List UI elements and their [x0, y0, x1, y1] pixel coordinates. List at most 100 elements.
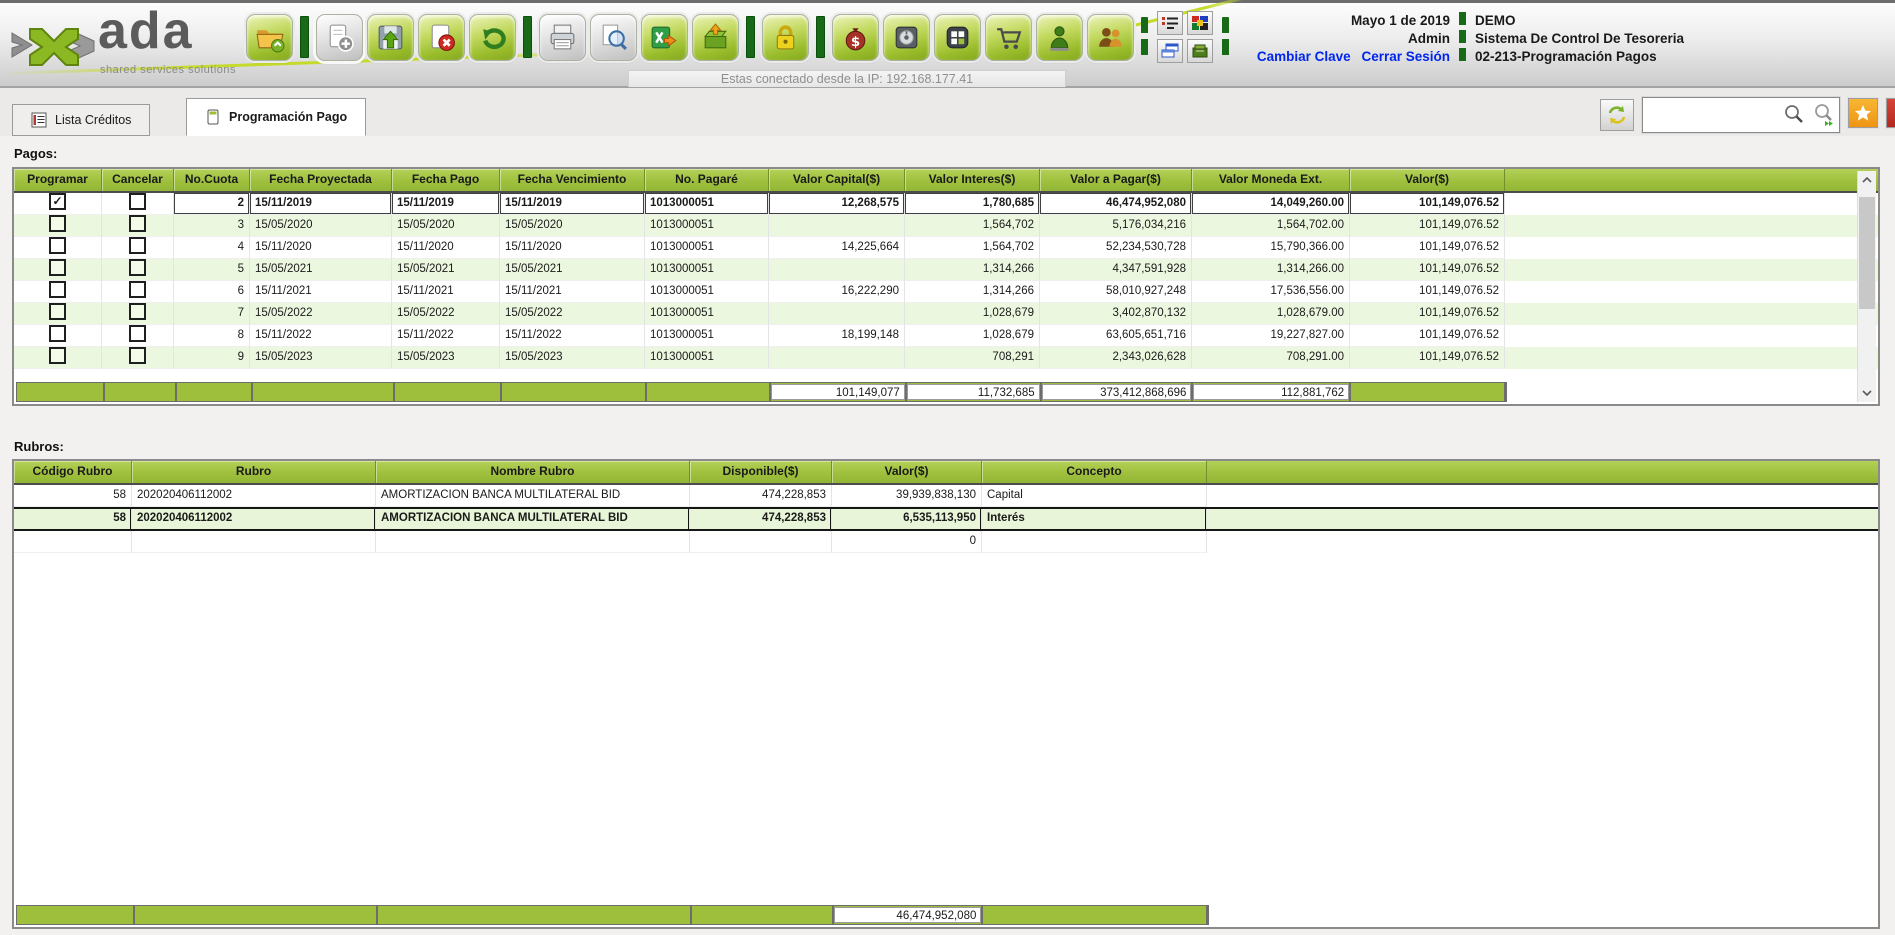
pagos-row[interactable]: ✓ 2 15/11/2019 15/11/2019 15/11/2019 101… [14, 193, 1878, 215]
t-pagare [647, 383, 771, 401]
cancelar-checkbox[interactable] [129, 193, 146, 210]
programar-checkbox[interactable] [49, 303, 66, 320]
rubros-row[interactable]: 58 202020406112002 AMORTIZACION BANCA MU… [14, 485, 1878, 507]
c-capital [769, 259, 905, 281]
c-programar [14, 237, 102, 259]
col-rubro[interactable]: Rubro [132, 461, 376, 483]
pagos-row[interactable]: 8 15/11/2022 15/11/2022 15/11/2022 10130… [14, 325, 1878, 347]
shopping-cart-button[interactable] [985, 14, 1032, 61]
pixel-grid-button[interactable] [1187, 11, 1213, 35]
c-cuota: 6 [174, 281, 250, 303]
col-fecha-proyectada[interactable]: Fecha Proyectada [250, 169, 392, 191]
rubros-row[interactable]: 0 [14, 531, 1878, 553]
col-cuota[interactable]: No.Cuota [174, 169, 250, 191]
programar-checkbox[interactable] [49, 215, 66, 232]
col-pagare[interactable]: No. Pagaré [645, 169, 769, 191]
menu-list-button[interactable] [1157, 11, 1183, 35]
t-concepto [983, 906, 1208, 924]
pagos-row[interactable]: 7 15/05/2022 15/05/2022 15/05/2022 10130… [14, 303, 1878, 325]
c-nombre [376, 531, 690, 553]
preview-button[interactable] [590, 14, 637, 61]
col-programar[interactable]: Programar [14, 169, 102, 191]
col-nombre-rubro[interactable]: Nombre Rubro [376, 461, 690, 483]
pagos-row[interactable]: 4 15/11/2020 15/11/2020 15/11/2020 10130… [14, 237, 1878, 259]
cancelar-checkbox[interactable] [129, 347, 146, 364]
col-valor-a-pagar[interactable]: Valor a Pagar($) [1040, 169, 1192, 191]
pagos-row[interactable]: 3 15/05/2020 15/05/2020 15/05/2020 10130… [14, 215, 1878, 237]
col-valor-interes[interactable]: Valor Interes($) [905, 169, 1040, 191]
cascade-windows-button[interactable] [1157, 39, 1183, 63]
search-actions [1782, 102, 1836, 126]
lock-icon [769, 21, 802, 54]
scroll-down-arrow[interactable] [1858, 384, 1876, 402]
c-cuota: 3 [174, 215, 250, 237]
col-cancelar[interactable]: Cancelar [102, 169, 174, 191]
change-password-link[interactable]: Cambiar Clave [1257, 49, 1351, 64]
pagos-grid: Programar Cancelar No.Cuota Fecha Proyec… [12, 167, 1880, 406]
refresh-button[interactable] [1600, 99, 1634, 131]
session-info: Mayo 1 de 2019 Admin Cambiar Clave Cerra… [1238, 12, 1684, 66]
safe-button[interactable] [883, 14, 930, 61]
tab-programacion-pago[interactable]: Programación Pago [186, 98, 366, 136]
programar-checkbox[interactable] [49, 325, 66, 342]
vertical-scrollbar[interactable] [1857, 171, 1876, 402]
col-valor-capital[interactable]: Valor Capital($) [769, 169, 905, 191]
cancelar-checkbox[interactable] [129, 281, 146, 298]
tab-lista-creditos[interactable]: Lista Créditos [12, 104, 150, 136]
lock-button[interactable] [762, 14, 809, 61]
c-capital [769, 215, 905, 237]
programar-checkbox[interactable]: ✓ [49, 193, 66, 210]
col-disponible[interactable]: Disponible($) [690, 461, 832, 483]
col-valor-moneda-ext[interactable]: Valor Moneda Ext. [1192, 169, 1350, 191]
c-fpago: 15/05/2021 [392, 259, 500, 281]
pagos-row[interactable]: 5 15/05/2021 15/05/2021 15/05/2021 10130… [14, 259, 1878, 281]
package-button[interactable] [692, 14, 739, 61]
c-mext: 1,564,702.00 [1192, 215, 1350, 237]
cancelar-checkbox[interactable] [129, 325, 146, 342]
cancelar-checkbox[interactable] [129, 215, 146, 232]
save-button[interactable] [367, 14, 414, 61]
scroll-thumb[interactable] [1859, 197, 1875, 309]
scroll-up-arrow[interactable] [1858, 171, 1876, 189]
new-record-button[interactable] [316, 14, 363, 61]
cancelar-checkbox[interactable] [129, 259, 146, 276]
pagos-row[interactable]: 9 15/05/2023 15/05/2023 15/05/2023 10130… [14, 347, 1878, 369]
c-programar [14, 281, 102, 303]
c-fproy: 15/11/2021 [250, 281, 392, 303]
export-excel-button[interactable] [641, 14, 688, 61]
col-valor[interactable]: Valor($) [1350, 169, 1505, 191]
delete-record-button[interactable] [418, 14, 465, 61]
c-pagare: 1013000051 [645, 347, 769, 369]
search-input[interactable] [1645, 100, 1779, 128]
programar-checkbox[interactable] [49, 259, 66, 276]
col-fecha-pago[interactable]: Fecha Pago [392, 169, 500, 191]
keypad-icon [941, 21, 974, 54]
col-codigo-rubro[interactable]: Código Rubro [14, 461, 132, 483]
keypad-button[interactable] [934, 14, 981, 61]
t-cancelar [105, 383, 177, 401]
undo-button[interactable] [469, 14, 516, 61]
total-interes: 11,732,685 [907, 384, 1040, 400]
search-icon[interactable] [1782, 102, 1806, 126]
rubros-row-selected[interactable]: 58 202020406112002 AMORTIZACION BANCA MU… [14, 507, 1878, 531]
cash-register-button[interactable] [1187, 39, 1213, 63]
programar-checkbox[interactable] [49, 347, 66, 364]
exit-button[interactable] [1886, 98, 1895, 128]
programar-checkbox[interactable] [49, 281, 66, 298]
users-button[interactable] [1087, 14, 1134, 61]
print-button[interactable] [539, 14, 586, 61]
person-approval-button[interactable] [1036, 14, 1083, 61]
search-next-icon[interactable] [1812, 102, 1836, 126]
programar-checkbox[interactable] [49, 237, 66, 254]
open-folder-button[interactable] [246, 14, 293, 61]
col-concepto[interactable]: Concepto [982, 461, 1207, 483]
cancelar-checkbox[interactable] [129, 303, 146, 320]
favorites-button[interactable] [1848, 98, 1878, 128]
logout-link[interactable]: Cerrar Sesión [1361, 49, 1450, 64]
col-valor-rubro[interactable]: Valor($) [832, 461, 982, 483]
cancelar-checkbox[interactable] [129, 237, 146, 254]
pagos-row[interactable]: 6 15/11/2021 15/11/2021 15/11/2021 10130… [14, 281, 1878, 303]
c-fpago: 15/11/2019 [392, 193, 500, 215]
money-bag-button[interactable]: $ [832, 14, 879, 61]
col-fecha-vencimiento[interactable]: Fecha Vencimiento [500, 169, 645, 191]
